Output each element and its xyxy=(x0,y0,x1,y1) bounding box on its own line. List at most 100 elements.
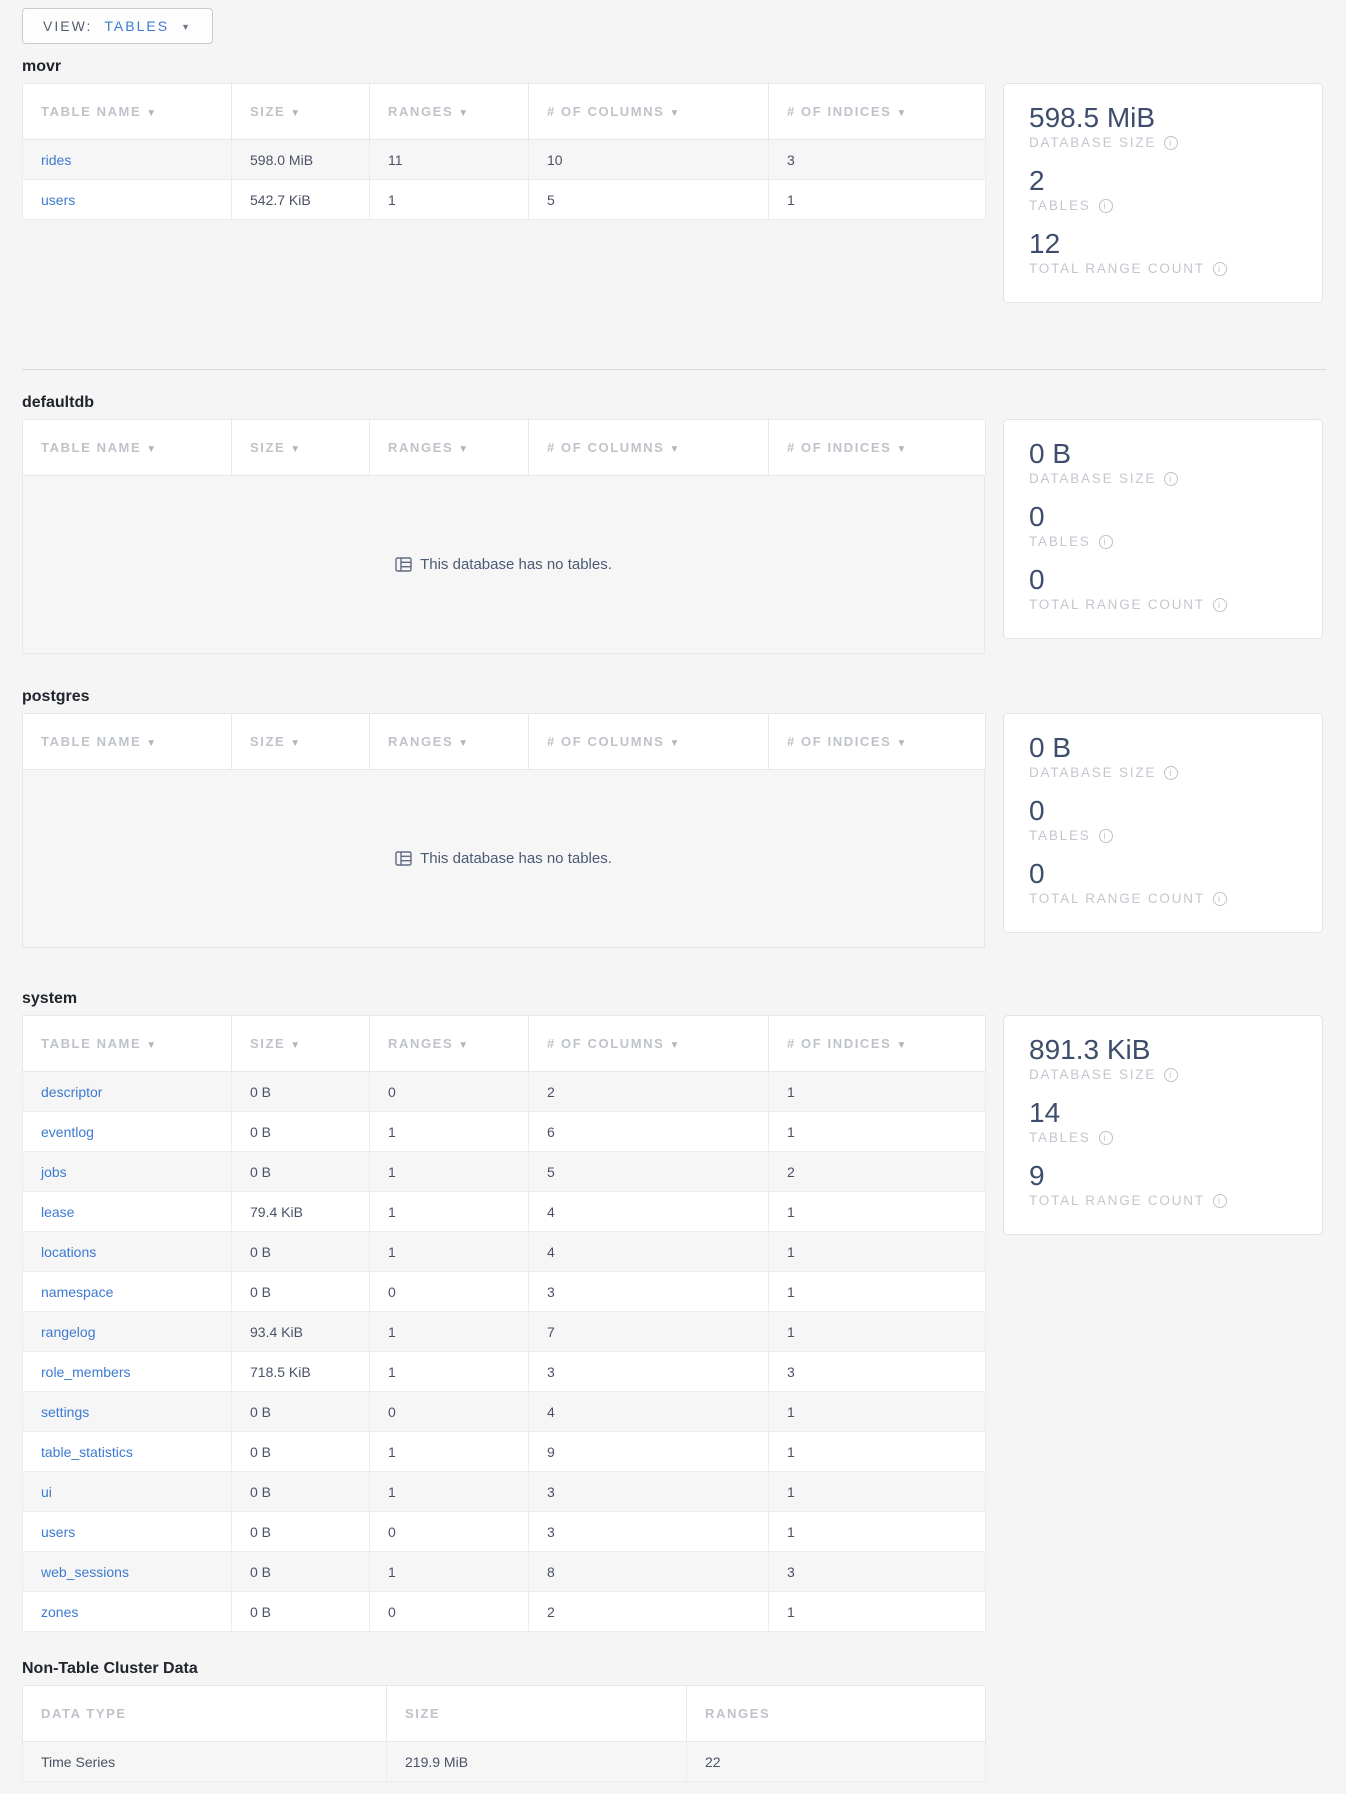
info-icon[interactable]: i xyxy=(1164,766,1178,780)
table-link[interactable]: role_members xyxy=(41,1364,130,1380)
column-header-ranges[interactable]: RANGES▼ xyxy=(370,420,529,476)
empty-table-state: This database has no tables. xyxy=(22,770,985,948)
cell-size: 0 B xyxy=(232,1432,370,1472)
table-link[interactable]: jobs xyxy=(41,1164,67,1180)
table-link[interactable]: web_sessions xyxy=(41,1564,129,1580)
column-header-columns[interactable]: # OF COLUMNS▼ xyxy=(529,714,769,770)
column-header-label: RANGES xyxy=(388,734,453,749)
cell-ranges: 1 xyxy=(370,1432,529,1472)
column-header-label: SIZE xyxy=(405,1706,440,1721)
table-row: namespace 0 B 0 3 1 xyxy=(23,1272,986,1312)
info-icon[interactable]: i xyxy=(1164,472,1178,486)
column-header-indices[interactable]: # OF INDICES▼ xyxy=(769,420,986,476)
table-icon xyxy=(395,557,412,572)
sort-arrow-icon: ▼ xyxy=(458,738,470,749)
info-icon[interactable]: i xyxy=(1099,535,1113,549)
table-link[interactable]: locations xyxy=(41,1244,96,1260)
sort-arrow-icon: ▼ xyxy=(896,108,908,119)
cell-indices: 1 xyxy=(769,1112,986,1152)
view-dropdown[interactable]: VIEW: TABLES ▼ xyxy=(22,8,213,44)
table-row: lease 79.4 KiB 1 4 1 xyxy=(23,1192,986,1232)
column-header-table-name[interactable]: TABLE NAME▼ xyxy=(23,714,232,770)
cell-columns: 3 xyxy=(529,1352,769,1392)
column-header-label: # OF INDICES xyxy=(787,1036,891,1051)
sort-arrow-icon: ▼ xyxy=(458,1040,470,1051)
stat-tables: 0 TABLESi xyxy=(1029,500,1298,549)
column-header-label: # OF INDICES xyxy=(787,104,891,119)
table-link[interactable]: rangelog xyxy=(41,1324,96,1340)
database-section-postgres: postgres TABLE NAME▼ SIZE▼ RANGES▼ # OF … xyxy=(22,688,1326,948)
stat-value: 598.5 MiB xyxy=(1029,101,1298,134)
column-header-table-name[interactable]: TABLE NAME▼ xyxy=(23,84,232,140)
table-header-row: TABLE NAME▼ SIZE▼ RANGES▼ # OF COLUMNS▼ … xyxy=(23,84,986,140)
cell-size: 0 B xyxy=(232,1552,370,1592)
column-header-size[interactable]: SIZE▼ xyxy=(232,714,370,770)
table-row: web_sessions 0 B 1 8 3 xyxy=(23,1552,986,1592)
stat-label: DATABASE SIZE xyxy=(1029,765,1156,780)
column-header-table-name[interactable]: TABLE NAME▼ xyxy=(23,1016,232,1072)
column-header-ranges[interactable]: RANGES ▼ xyxy=(370,714,529,770)
sort-arrow-icon: ▼ xyxy=(669,108,681,119)
column-header-columns[interactable]: # OF COLUMNS ▼ xyxy=(529,84,769,140)
column-header-indices[interactable]: # OF INDICES▼ xyxy=(769,714,986,770)
table-row: users 0 B 0 3 1 xyxy=(23,1512,986,1552)
table-link[interactable]: table_statistics xyxy=(41,1444,133,1460)
table-link[interactable]: eventlog xyxy=(41,1124,94,1140)
table-link[interactable]: users xyxy=(41,192,75,208)
table-row: zones 0 B 0 2 1 xyxy=(23,1592,986,1632)
database-section-defaultdb: defaultdb TABLE NAME▼ SIZE▼ RANGES▼ # OF… xyxy=(22,394,1326,654)
cell-indices: 2 xyxy=(769,1152,986,1192)
info-icon[interactable]: i xyxy=(1213,262,1227,276)
database-summary-card: 598.5 MiB DATABASE SIZEi 2 TABLESi 12 TO… xyxy=(1003,83,1323,303)
column-header-size[interactable]: SIZE▼ xyxy=(232,84,370,140)
info-icon[interactable]: i xyxy=(1099,1131,1113,1145)
column-header-label: # OF INDICES xyxy=(787,440,891,455)
stat-range-count: 0 TOTAL RANGE COUNTi xyxy=(1029,563,1298,612)
cell-indices: 1 xyxy=(769,1272,986,1312)
database-title: defaultdb xyxy=(22,394,1326,412)
column-header-table-name[interactable]: TABLE NAME▼ xyxy=(23,420,232,476)
info-icon[interactable]: i xyxy=(1099,199,1113,213)
cell-size: 542.7 KiB xyxy=(232,180,370,220)
stat-database-size: 0 B DATABASE SIZEi xyxy=(1029,437,1298,486)
column-header-ranges[interactable]: RANGES▼ xyxy=(370,1016,529,1072)
info-icon[interactable]: i xyxy=(1164,1068,1178,1082)
cell-indices: 1 xyxy=(769,180,986,220)
table-header-row: TABLE NAME▼ SIZE▼ RANGES▼ # OF COLUMNS▼ … xyxy=(23,420,986,476)
stat-range-count: 0 TOTAL RANGE COUNTi xyxy=(1029,857,1298,906)
cell-ranges: 0 xyxy=(370,1272,529,1312)
table-link[interactable]: namespace xyxy=(41,1284,113,1300)
info-icon[interactable]: i xyxy=(1213,598,1227,612)
stat-tables: 14 TABLESi xyxy=(1029,1096,1298,1145)
table-link[interactable]: ui xyxy=(41,1484,52,1500)
table-link[interactable]: settings xyxy=(41,1404,89,1420)
stat-value: 0 xyxy=(1029,794,1298,827)
cell-columns: 3 xyxy=(529,1272,769,1312)
column-header-ranges[interactable]: RANGES▼ xyxy=(370,84,529,140)
info-icon[interactable]: i xyxy=(1213,892,1227,906)
column-header-indices[interactable]: # OF INDICES▼ xyxy=(769,1016,986,1072)
table-row: table_statistics 0 B 1 9 1 xyxy=(23,1432,986,1472)
column-header-label: # OF COLUMNS xyxy=(547,104,664,119)
table-link[interactable]: lease xyxy=(41,1204,74,1220)
column-header-size[interactable]: SIZE▼ xyxy=(232,1016,370,1072)
column-header-size: SIZE xyxy=(387,1686,687,1742)
cell-columns: 7 xyxy=(529,1312,769,1352)
stat-range-count: 12 TOTAL RANGE COUNTi xyxy=(1029,227,1298,276)
column-header-columns[interactable]: # OF COLUMNS▼ xyxy=(529,420,769,476)
info-icon[interactable]: i xyxy=(1213,1194,1227,1208)
table-link[interactable]: users xyxy=(41,1524,75,1540)
cell-columns: 3 xyxy=(529,1472,769,1512)
column-header-indices[interactable]: # OF INDICES ▼ xyxy=(769,84,986,140)
table-link[interactable]: zones xyxy=(41,1604,78,1620)
table-link[interactable]: descriptor xyxy=(41,1084,102,1100)
table-row: eventlog 0 B 1 6 1 xyxy=(23,1112,986,1152)
column-header-label: TABLE NAME xyxy=(41,440,141,455)
info-icon[interactable]: i xyxy=(1099,829,1113,843)
column-header-columns[interactable]: # OF COLUMNS▼ xyxy=(529,1016,769,1072)
column-header-size[interactable]: SIZE▼ xyxy=(232,420,370,476)
info-icon[interactable]: i xyxy=(1164,136,1178,150)
column-header-data-type: DATA TYPE xyxy=(23,1686,387,1742)
database-summary-card: 0 B DATABASE SIZEi 0 TABLESi 0 TOTAL RAN… xyxy=(1003,713,1323,933)
table-link[interactable]: rides xyxy=(41,152,71,168)
